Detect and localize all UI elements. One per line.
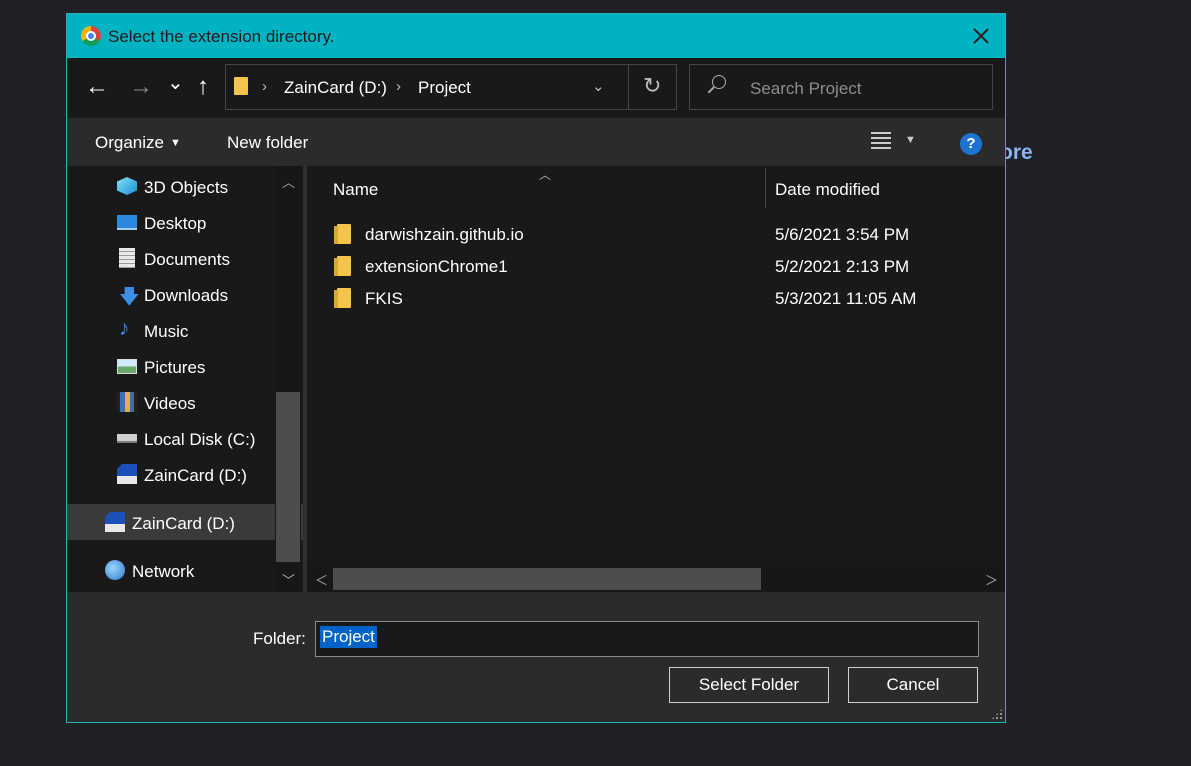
sidebar-item-label: ZainCard (D:) (132, 514, 235, 533)
close-icon[interactable] (963, 22, 999, 50)
sidebar-item-label: Pictures (144, 358, 206, 377)
sidebar-item-desktop[interactable]: Desktop (67, 204, 303, 240)
music-icon: ♪ (119, 317, 130, 340)
sidebar-item-label: Network (132, 562, 195, 581)
file-row[interactable]: extensionChrome1 5/2/2021 2:13 PM (327, 250, 997, 282)
breadcrumb-drive[interactable]: ZainCard (D:) (284, 78, 387, 98)
sidebar-item-label: Videos (144, 394, 196, 413)
sidebar-item-label: Downloads (144, 286, 229, 305)
file-name: extensionChrome1 (365, 257, 508, 276)
file-list: ︿ Name Date modified darwishzain.github.… (307, 166, 1005, 566)
video-icon (117, 392, 137, 412)
document-icon (119, 248, 135, 268)
refresh-icon: ↻ (643, 73, 662, 98)
column-header-name[interactable]: Name (333, 180, 378, 200)
select-folder-dialog: Select the extension directory. ← → ⌄ ↑ … (66, 13, 1006, 723)
cancel-button[interactable]: Cancel (848, 667, 978, 703)
scroll-down-icon[interactable]: ﹀ (282, 570, 295, 589)
search-box[interactable]: Search Project (689, 64, 993, 110)
folder-input[interactable]: Project (315, 621, 979, 657)
sidebar-item-label: Music (144, 322, 189, 341)
up-icon[interactable]: ↑ (197, 74, 209, 100)
file-list-scrollbar[interactable]: ＜ ＞ (307, 566, 1005, 592)
folder-icon (334, 256, 351, 276)
desktop-icon (117, 215, 137, 230)
file-row[interactable]: darwishzain.github.io 5/6/2021 3:54 PM (327, 218, 997, 250)
sidebar-item-music[interactable]: ♪ Music (67, 312, 303, 348)
file-name: darwishzain.github.io (365, 225, 524, 244)
folder-input-value: Project (320, 626, 377, 648)
title-bar: Select the extension directory. (67, 14, 1005, 58)
chrome-icon (81, 26, 101, 46)
picture-icon (117, 359, 137, 374)
help-icon[interactable]: ? (960, 133, 982, 155)
folder-icon (334, 224, 351, 244)
sidebar-item-label: ZainCard (D:) (144, 466, 247, 485)
navigation-pane: 3D Objects Desktop Documents 🡇 Downloads… (67, 166, 303, 592)
scroll-left-icon[interactable]: ＜ (315, 570, 328, 589)
cube-icon (117, 177, 137, 195)
sidebar-item-pictures[interactable]: Pictures (67, 348, 303, 384)
new-folder-button[interactable]: New folder (227, 133, 308, 153)
sidebar-item-videos[interactable]: Videos (67, 384, 303, 420)
sidebar-item-label: Desktop (144, 214, 207, 233)
scrollbar-thumb[interactable] (333, 568, 761, 590)
sd-card-icon (117, 464, 137, 484)
scroll-right-icon[interactable]: ＞ (985, 570, 998, 589)
file-row[interactable]: FKIS 5/3/2021 11:05 AM (327, 282, 997, 314)
view-options-icon[interactable] (871, 132, 891, 150)
sidebar-item-zaincard[interactable]: ZainCard (D:) (67, 456, 303, 492)
caret-down-icon: ▼ (169, 137, 181, 149)
sidebar-item-zaincard-drive[interactable]: ZainCard (D:) (67, 504, 303, 540)
view-dropdown-icon[interactable]: ▼ (905, 134, 916, 146)
file-date: 5/3/2021 11:05 AM (775, 289, 917, 308)
sidebar-scrollbar[interactable]: ︿ ﹀ (275, 166, 301, 592)
sort-ascending-icon: ︿ (539, 168, 552, 182)
sidebar-item-downloads[interactable]: 🡇 Downloads (67, 276, 303, 312)
drive-icon (117, 434, 137, 443)
search-icon (712, 75, 726, 89)
organize-button[interactable]: Organize ▼ (95, 133, 181, 153)
select-folder-button[interactable]: Select Folder (669, 667, 829, 703)
sidebar-item-documents[interactable]: Documents (67, 240, 303, 276)
breadcrumb-separator: › (396, 78, 401, 95)
resize-grip-icon[interactable] (991, 708, 1003, 720)
column-header-date[interactable]: Date modified (775, 180, 880, 200)
scrollbar-thumb[interactable] (276, 392, 300, 562)
breadcrumb-project[interactable]: Project (418, 78, 471, 98)
folder-label: Folder: (253, 629, 306, 648)
sd-card-icon (105, 512, 125, 532)
folder-icon (234, 77, 248, 95)
search-placeholder: Search Project (750, 79, 862, 98)
sidebar-item-network[interactable]: Network (67, 552, 303, 588)
forward-icon[interactable]: → (129, 74, 153, 100)
breadcrumb-separator: › (262, 78, 267, 95)
column-divider[interactable] (765, 168, 766, 208)
download-icon: 🡇 (119, 286, 140, 308)
recent-locations-icon[interactable]: ⌄ (167, 70, 184, 96)
command-toolbar: Organize ▼ New folder ▼ ? (67, 118, 1005, 166)
organize-label: Organize (95, 133, 164, 152)
dialog-title: Select the extension directory. (108, 27, 335, 46)
network-icon (105, 560, 125, 580)
dialog-footer: Folder: Project Select Folder Cancel (67, 592, 1005, 722)
sidebar-item-label: Documents (144, 250, 230, 269)
file-date: 5/6/2021 3:54 PM (775, 225, 910, 244)
address-bar[interactable]: › ZainCard (D:) › Project ⌄ ↻ (225, 64, 677, 110)
navigation-bar: ← → ⌄ ↑ › ZainCard (D:) › Project ⌄ ↻ Se… (67, 58, 1005, 118)
back-icon[interactable]: ← (85, 74, 109, 100)
folder-icon (334, 288, 351, 308)
scroll-up-icon[interactable]: ︿ (282, 172, 295, 191)
refresh-button[interactable]: ↻ (628, 65, 676, 109)
file-name: FKIS (365, 289, 403, 308)
sidebar-item-label: Local Disk (C:) (144, 430, 256, 449)
sidebar-item-local-disk[interactable]: Local Disk (C:) (67, 420, 303, 456)
sidebar-item-label: 3D Objects (144, 178, 229, 197)
sidebar-item-3d-objects[interactable]: 3D Objects (67, 168, 303, 204)
address-dropdown-icon[interactable]: ⌄ (592, 77, 605, 95)
file-date: 5/2/2021 2:13 PM (775, 257, 910, 276)
